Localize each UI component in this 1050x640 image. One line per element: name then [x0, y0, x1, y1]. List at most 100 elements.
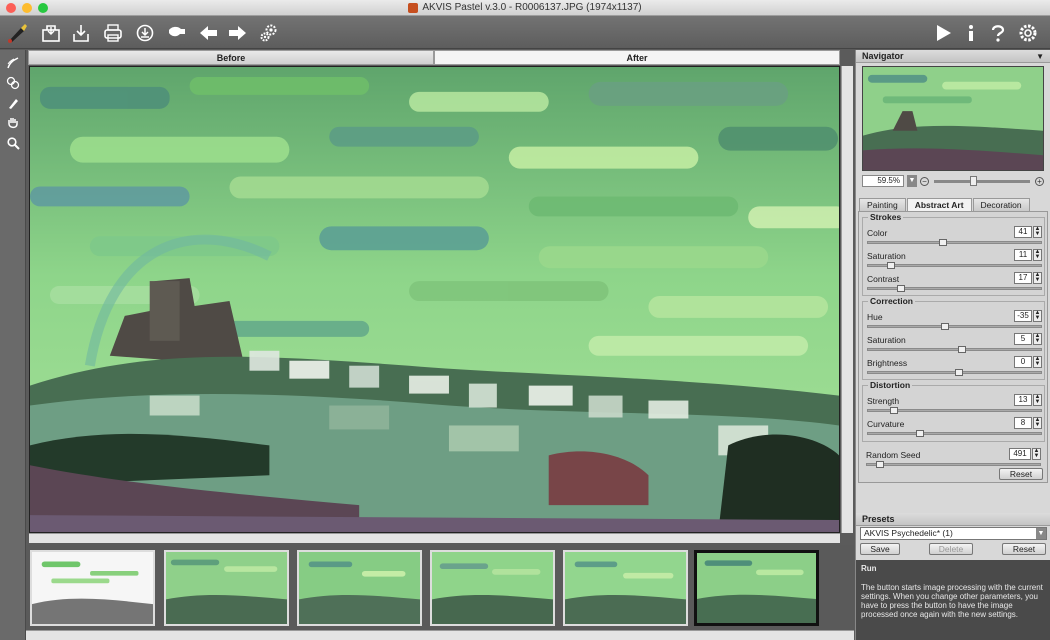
window-controls [6, 3, 48, 13]
slider-knob[interactable] [954, 369, 963, 376]
gear-cogs-icon[interactable] [256, 20, 282, 46]
canvas-horizontal-scrollbar[interactable] [29, 533, 840, 543]
slider-knob[interactable] [938, 239, 947, 246]
slider-knob[interactable] [957, 346, 966, 353]
param-value[interactable]: 0 [1014, 356, 1032, 368]
slider-knob[interactable] [940, 323, 949, 330]
minimize-window-button[interactable] [22, 3, 32, 13]
eraser-tool-icon[interactable] [4, 74, 22, 92]
param-slider[interactable] [867, 369, 1042, 376]
zoom-controls: 59.5% ▼ − + [862, 175, 1044, 187]
close-window-button[interactable] [6, 3, 16, 13]
param-row: Hue -35 ▲ ▼ [867, 310, 1042, 331]
param-slider[interactable] [867, 430, 1042, 437]
collapse-triangle-icon[interactable]: ▼ [1036, 50, 1044, 63]
spinner-icon[interactable]: ▲ ▼ [1033, 356, 1042, 368]
param-row: Saturation 5 ▲ ▼ [867, 333, 1042, 354]
param-value[interactable]: -35 [1014, 310, 1032, 322]
zoom-in-icon[interactable]: + [1035, 176, 1044, 186]
share-icon[interactable] [132, 20, 158, 46]
parameters-panel: Strokes Color 41 ▲ ▼ Saturation 11 ▲ ▼ Con… [858, 211, 1048, 483]
param-row: Contrast 17 ▲ ▼ [867, 272, 1042, 293]
zoom-slider[interactable] [934, 175, 1030, 186]
filmstrip-thumbnail[interactable] [563, 550, 688, 626]
param-slider[interactable] [867, 346, 1042, 353]
help-icon[interactable] [985, 20, 1011, 46]
slider-knob[interactable] [875, 461, 884, 468]
navigator-preview[interactable] [862, 66, 1044, 171]
help-text: The button starts image processing with … [861, 583, 1043, 619]
brush-tool-icon[interactable] [4, 94, 22, 112]
param-value[interactable]: 11 [1014, 249, 1032, 261]
spinner-icon[interactable]: ▲ ▼ [1033, 333, 1042, 345]
param-value[interactable]: 5 [1014, 333, 1032, 345]
param-value[interactable]: 8 [1014, 417, 1032, 429]
hand-tool-icon[interactable] [4, 114, 22, 132]
open-icon[interactable] [38, 20, 64, 46]
presets-dropdown-icon[interactable]: ▼ [1036, 528, 1046, 539]
slider-knob[interactable] [916, 430, 925, 437]
window-title: AKVIS Pastel v.3.0 - R0006137.JPG (1974x… [408, 2, 642, 13]
zoom-window-button[interactable] [38, 3, 48, 13]
spinner-icon[interactable]: ▲ ▼ [1033, 226, 1042, 238]
brush-logo-icon[interactable] [4, 20, 30, 46]
tab-before[interactable]: Before [28, 50, 434, 65]
param-slider[interactable] [867, 407, 1042, 414]
tab-painting[interactable]: Painting [859, 198, 906, 211]
param-slider[interactable] [867, 262, 1042, 269]
param-value[interactable]: 17 [1014, 272, 1032, 284]
settings-icon[interactable] [1015, 20, 1041, 46]
slider-knob[interactable] [887, 262, 896, 269]
filmstrip-thumbnail[interactable] [164, 550, 289, 626]
zoom-out-icon[interactable]: − [920, 176, 929, 186]
delete-preset-button[interactable]: Delete [929, 543, 973, 555]
slider-knob[interactable] [890, 407, 899, 414]
tab-abstract-art[interactable]: Abstract Art [906, 198, 972, 211]
filmstrip-thumbnail[interactable] [297, 550, 422, 626]
param-row: Color 41 ▲ ▼ [867, 226, 1042, 247]
param-value[interactable]: 41 [1014, 226, 1032, 238]
spinner-icon[interactable]: ▲ ▼ [1033, 417, 1042, 429]
undo-icon[interactable] [196, 20, 222, 46]
spinner-icon[interactable]: ▲ ▼ [1033, 272, 1042, 284]
zoom-value[interactable]: 59.5% [862, 175, 904, 187]
info-icon[interactable] [958, 20, 984, 46]
app-icon [408, 2, 419, 13]
slider-knob[interactable] [897, 285, 906, 292]
run-icon[interactable] [930, 20, 956, 46]
spinner-icon[interactable]: ▲ ▼ [1033, 310, 1042, 322]
stroke-direction-tool-icon[interactable] [4, 54, 22, 72]
zoom-slider-knob[interactable] [970, 175, 978, 186]
image-canvas[interactable] [29, 66, 840, 533]
plugin-icon[interactable] [164, 20, 190, 46]
presets-select[interactable]: AKVIS Psychedelic* (1) ▼ [860, 527, 1047, 540]
param-row: Saturation 11 ▲ ▼ [867, 249, 1042, 270]
filmstrip-thumbnail-selected[interactable] [694, 550, 819, 626]
param-slider[interactable] [867, 323, 1042, 330]
distortion-group: Distortion Strength 13 ▲ ▼ Curvature 8 ▲ ▼ [862, 380, 1045, 442]
param-slider[interactable] [867, 239, 1042, 246]
save-preset-button[interactable]: Save [860, 543, 900, 555]
filmstrip-thumbnail[interactable] [30, 550, 155, 626]
filmstrip-scrollbar[interactable] [26, 630, 854, 640]
param-value[interactable]: 13 [1014, 394, 1032, 406]
spinner-icon[interactable]: ▲ ▼ [1033, 249, 1042, 261]
canvas-vertical-scrollbar[interactable] [841, 66, 853, 533]
spinner-icon[interactable]: ▲ ▼ [1033, 394, 1042, 406]
random-seed-slider[interactable] [866, 461, 1041, 468]
redo-icon[interactable] [224, 20, 250, 46]
param-row: Strength 13 ▲ ▼ [867, 394, 1042, 415]
param-slider[interactable] [867, 285, 1042, 292]
zoom-dropdown-icon[interactable]: ▼ [907, 175, 917, 187]
random-seed-value[interactable]: 491 [1009, 448, 1031, 460]
title-bar: AKVIS Pastel v.3.0 - R0006137.JPG (1974x… [0, 0, 1050, 16]
reset-button[interactable]: Reset [999, 468, 1043, 480]
tab-after[interactable]: After [434, 50, 840, 65]
save-icon[interactable] [68, 20, 94, 46]
print-icon[interactable] [100, 20, 126, 46]
tab-decoration[interactable]: Decoration [972, 198, 1030, 211]
zoom-tool-icon[interactable] [4, 134, 22, 152]
spinner-icon[interactable]: ▲ ▼ [1032, 448, 1041, 460]
reset-preset-button[interactable]: Reset [1002, 543, 1046, 555]
filmstrip-thumbnail[interactable] [430, 550, 555, 626]
